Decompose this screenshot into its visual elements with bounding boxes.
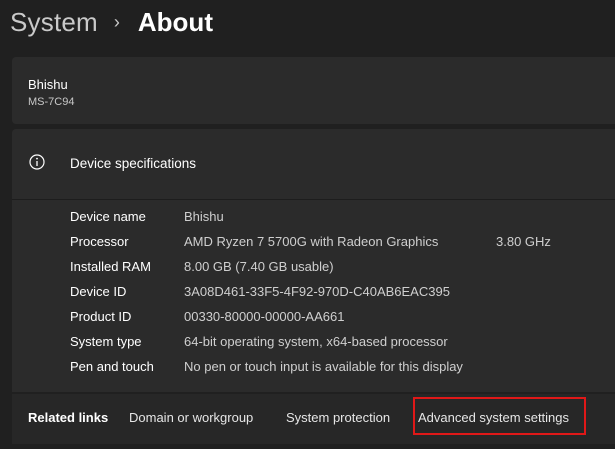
related-links-label: Related links	[28, 410, 109, 425]
breadcrumb: System › About	[10, 2, 213, 42]
spec-value: 8.00 GB (7.40 GB usable)	[184, 259, 334, 274]
about-page: System › About Bhishu MS-7C94 Device spe…	[0, 0, 615, 449]
spec-row-installed-ram: Installed RAM 8.00 GB (7.40 GB usable)	[12, 259, 615, 279]
spec-label: Device name	[70, 209, 146, 224]
info-icon	[29, 154, 45, 170]
spec-label: Device ID	[70, 284, 127, 299]
spec-value: AMD Ryzen 7 5700G with Radeon Graphics	[184, 234, 439, 249]
spec-row-system-type: System type 64-bit operating system, x64…	[12, 334, 615, 354]
spec-processor-speed: 3.80 GHz	[496, 234, 551, 249]
system-protection-link[interactable]: System protection	[286, 410, 390, 425]
chevron-right-icon: ›	[113, 11, 120, 32]
device-model: MS-7C94	[28, 96, 75, 108]
device-specifications-card: Device specifications Device name Bhishu…	[12, 129, 615, 392]
spec-row-device-name: Device name Bhishu	[12, 209, 615, 229]
spec-row-pen-and-touch: Pen and touch No pen or touch input is a…	[12, 359, 615, 379]
spec-value: 64-bit operating system, x64-based proce…	[184, 334, 448, 349]
device-name-card: Bhishu MS-7C94	[12, 57, 615, 124]
spec-value: No pen or touch input is available for t…	[184, 359, 463, 374]
spec-value: 00330-80000-00000-AA661	[184, 309, 345, 324]
device-specifications-header[interactable]: Device specifications	[12, 129, 615, 200]
spec-row-processor: Processor AMD Ryzen 7 5700G with Radeon …	[12, 234, 615, 254]
page-title: About	[137, 6, 213, 37]
spec-row-device-id: Device ID 3A08D461-33F5-4F92-970D-C40AB6…	[12, 284, 615, 304]
spec-value: 3A08D461-33F5-4F92-970D-C40AB6EAC395	[184, 284, 450, 299]
spec-label: Processor	[70, 234, 129, 249]
spec-label: Pen and touch	[70, 359, 154, 374]
spec-label: Product ID	[70, 309, 132, 324]
domain-or-workgroup-link[interactable]: Domain or workgroup	[129, 410, 253, 425]
spec-label: System type	[70, 334, 142, 349]
device-name: Bhishu	[28, 77, 68, 92]
breadcrumb-system[interactable]: System	[10, 7, 98, 38]
related-links-bar: Related links Domain or workgroup System…	[12, 394, 615, 444]
device-specifications-title: Device specifications	[70, 156, 197, 171]
spec-row-product-id: Product ID 00330-80000-00000-AA661	[12, 309, 615, 329]
highlight-box	[413, 397, 586, 435]
spec-label: Installed RAM	[70, 259, 151, 274]
spec-value: Bhishu	[184, 209, 224, 224]
